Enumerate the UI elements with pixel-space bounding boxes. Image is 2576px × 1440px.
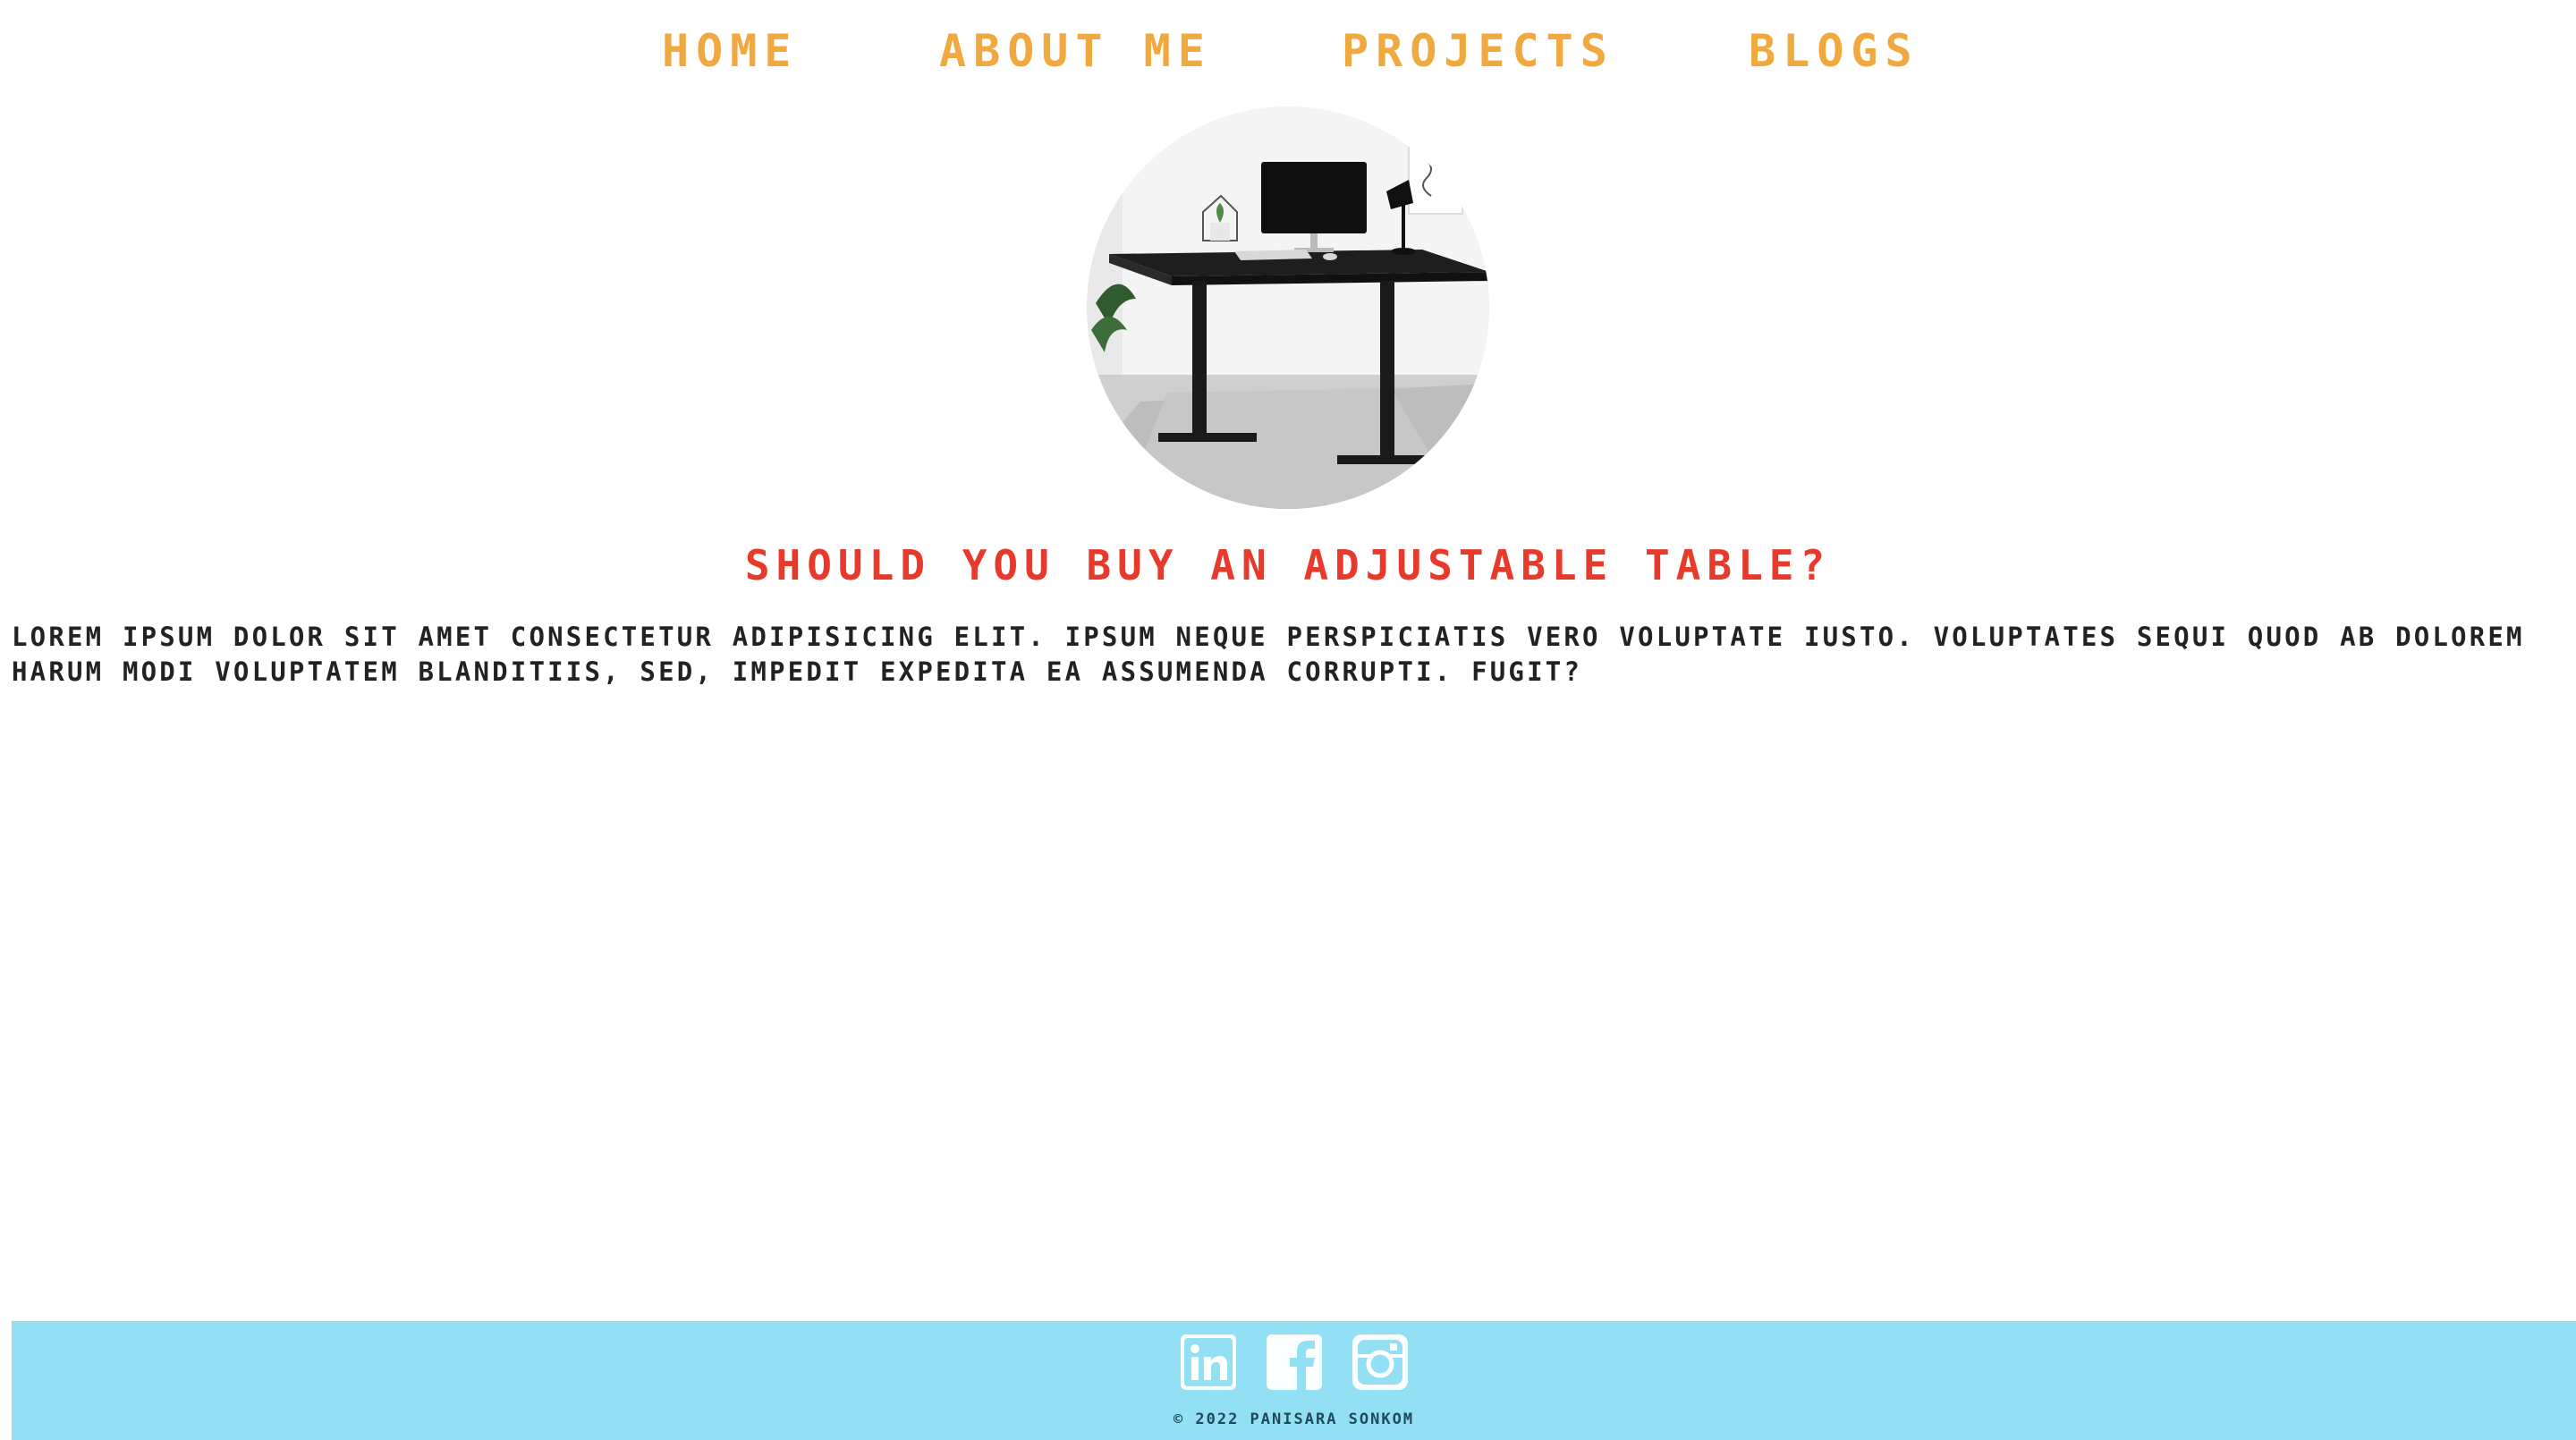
desk-photo — [1087, 106, 1489, 509]
nav-home-link[interactable]: Home — [662, 20, 798, 82]
desk-illustration — [1087, 106, 1489, 509]
nav-about-link[interactable]: About me — [939, 20, 1212, 82]
main-nav: Home About me Projects Blogs — [0, 20, 2576, 82]
copyright-text: © 2022 Panisara Sonkom — [1173, 1410, 1415, 1428]
instagram-icon[interactable] — [1351, 1333, 1410, 1392]
linkedin-icon[interactable] — [1179, 1333, 1238, 1392]
social-links — [12, 1333, 2576, 1395]
article-body: Lorem ipsum dolor sit amet consectetur a… — [12, 622, 2525, 687]
nav-blogs-link[interactable]: Blogs — [1749, 20, 1919, 82]
article-title: Should you buy an adjustable table? — [744, 541, 1832, 589]
footer: © 2022 Panisara Sonkom — [12, 1321, 2576, 1440]
nav-projects-link[interactable]: Projects — [1342, 20, 1614, 82]
facebook-icon[interactable] — [1265, 1333, 1324, 1392]
